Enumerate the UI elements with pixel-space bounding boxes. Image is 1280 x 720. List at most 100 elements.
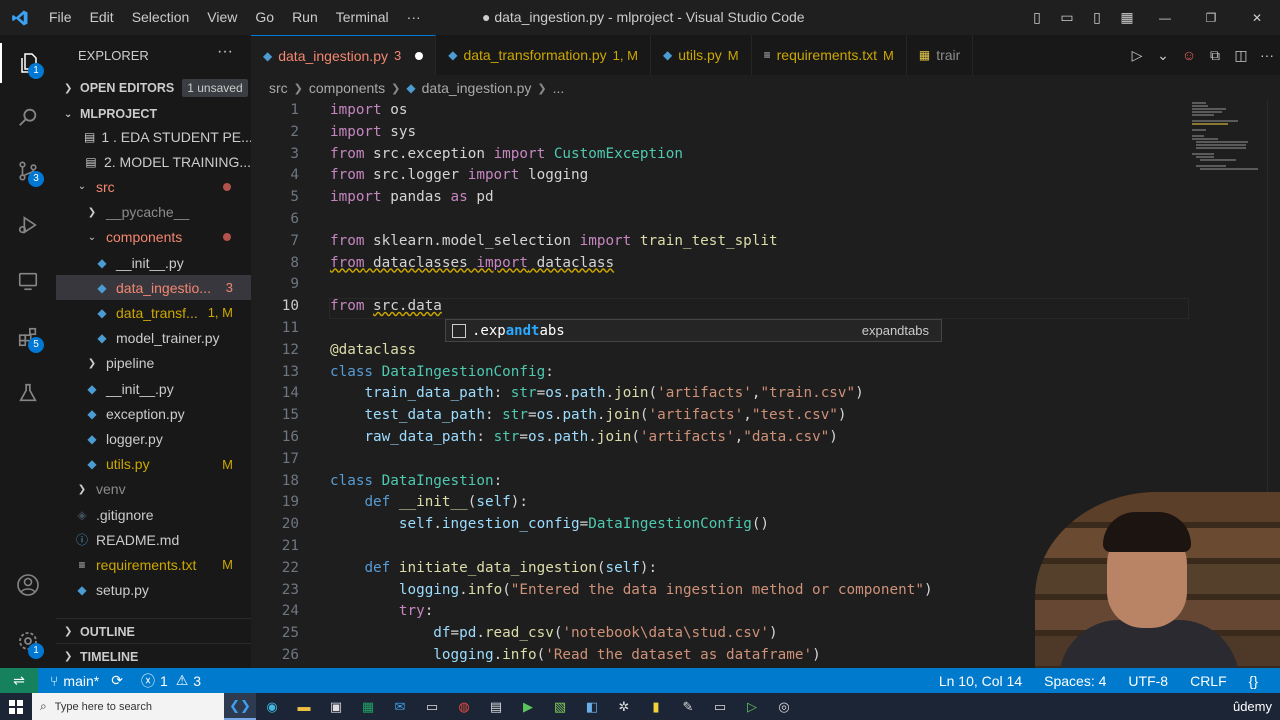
taskbar-player-icon[interactable]: ▷ [736,693,768,720]
breadcrumb-symbol[interactable]: ... [553,80,565,96]
minimize-icon[interactable]: — [1142,11,1188,25]
windows-start-icon[interactable] [0,693,32,720]
tree-item[interactable]: ❯ venv [56,477,251,502]
outline-section[interactable]: ❯ OUTLINE [56,618,251,644]
tab-4[interactable]: ▦ trair [907,35,974,75]
taskbar-excel-icon[interactable]: ▦ [352,693,384,720]
problems-indicator[interactable]: ⓧ 1 ⚠ 3 [141,671,201,691]
testing-icon[interactable] [0,373,56,413]
taskbar-edge-icon[interactable]: ◉ [256,693,288,720]
breadcrumb-file[interactable]: data_ingestion.py [422,80,532,96]
search-icon[interactable] [0,97,56,137]
tree-item[interactable]: ◆ utils.py M [56,452,251,477]
breadcrumb-src[interactable]: src [269,80,288,96]
toggle-panel-icon[interactable]: ▭ [1052,9,1082,26]
tab-3[interactable]: ≡ requirements.txt M [752,35,907,75]
tree-item[interactable]: ⌄ components [56,225,251,250]
chevron-down-icon[interactable]: ⌄ [1150,47,1176,64]
close-icon[interactable]: ✕ [1234,11,1280,25]
unsaved-dot-icon[interactable] [415,51,424,60]
taskbar-notes-icon[interactable]: ▮ [640,693,672,720]
tree-item[interactable]: ❯ pipeline [56,351,251,376]
tree-item[interactable]: ⓘ README.md [56,527,251,552]
end-of-line[interactable]: CRLF [1190,673,1227,689]
indentation[interactable]: Spaces: 4 [1044,673,1106,689]
remote-explorer-icon[interactable] [0,261,56,301]
code-line: 15 test_data_path: str=os.path.join('art… [251,405,1251,427]
python-file-icon: ◆ [263,48,273,63]
tab-2[interactable]: ◆ utils.py M [651,35,752,75]
unsaved-badge: 1 unsaved [182,79,248,97]
tree-item[interactable]: ◆ data_ingestio... 3 [56,275,251,301]
sync-icon[interactable]: ⟳ [111,672,123,689]
toggle-secondary-sidebar-icon[interactable]: ▯ [1082,9,1112,26]
open-preview-icon[interactable]: ⧉ [1202,47,1228,64]
explorer-icon[interactable]: 1 [0,43,56,83]
taskbar-settings-icon[interactable]: ✲ [608,693,640,720]
restore-icon[interactable]: ❐ [1188,11,1234,25]
menu-file[interactable]: File [40,0,81,35]
taskbar-store-icon[interactable]: ▣ [320,693,352,720]
taskbar-terminal-icon[interactable]: ▶ [512,693,544,720]
taskbar-file-explorer-icon[interactable]: ▬ [288,693,320,720]
taskbar-vscode-icon[interactable]: ❮❯ [224,693,256,720]
tree-item[interactable]: ◆ setup.py [56,578,251,603]
tree-item[interactable]: ❯ __pycache__ [56,200,251,225]
remote-indicator-icon[interactable]: ⇌ [0,668,38,693]
accounts-icon[interactable] [0,565,56,605]
menu-go[interactable]: Go [246,0,283,35]
tab-1[interactable]: ◆ data_transformation.py 1, M [436,35,651,75]
tree-item[interactable]: ◆ model_trainer.py [56,326,251,351]
branch-indicator[interactable]: ⑂ main* [50,673,99,689]
tree-item[interactable]: ◆ __init__.py [56,250,251,275]
run-python-icon[interactable]: ▷ [1124,47,1150,64]
taskbar-monitor-icon[interactable]: ▭ [416,693,448,720]
taskbar-chrome-icon[interactable]: ◍ [448,693,480,720]
language-mode-icon[interactable]: {} [1249,673,1258,689]
tree-item[interactable]: ⌄ src [56,174,251,199]
tree-item[interactable]: ◈ .gitignore [56,502,251,527]
menu-selection[interactable]: Selection [123,0,199,35]
breadcrumb-components[interactable]: components [309,80,385,96]
tree-item[interactable]: ◆ logger.py [56,426,251,451]
cursor-position[interactable]: Ln 10, Col 14 [939,673,1022,689]
tab-0[interactable]: ◆ data_ingestion.py 3 [251,35,437,75]
taskbar-pen-icon[interactable]: ✎ [672,693,704,720]
encoding[interactable]: UTF-8 [1128,673,1168,689]
menu-run[interactable]: Run [283,0,327,35]
tree-item[interactable]: ◆ __init__.py [56,376,251,401]
tree-item[interactable]: ▤ 2. MODEL TRAINING... [56,149,251,174]
taskbar-app-icon[interactable]: ▭ [704,693,736,720]
split-editor-icon[interactable]: ◫ [1228,47,1254,64]
tree-item[interactable]: ◆ data_transf... 1, M [56,300,251,325]
settings-gear-icon[interactable]: 1 [0,621,56,661]
run-debug-icon[interactable] [0,205,56,245]
open-editors-section[interactable]: ❯ OPEN EDITORS 1 unsaved [56,75,251,101]
taskbar-obs-icon[interactable]: ◎ [768,693,800,720]
code-text: try: [398,603,434,620]
taskbar-paint-icon[interactable]: ◧ [576,693,608,720]
customize-layout-icon[interactable]: ▦ [1112,9,1142,26]
menu-view[interactable]: View [198,0,246,35]
timeline-section[interactable]: ❯ TIMELINE [56,643,251,669]
menu-terminal[interactable]: Terminal [327,0,398,35]
taskbar-search[interactable]: ⌕ Type here to search [32,693,224,720]
minimap[interactable] [1190,100,1266,180]
tree-item[interactable]: ◆ exception.py [56,401,251,426]
more-actions-icon[interactable]: ··· [1254,47,1280,63]
toggle-sidebar-icon[interactable]: ▯ [1022,9,1052,26]
tree-item[interactable]: ≡ requirements.txt M [56,552,251,577]
tree-item[interactable]: ▤ 1 . EDA STUDENT PE... [56,124,251,149]
menu-edit[interactable]: Edit [81,0,123,35]
copilot-icon[interactable]: ☺ [1176,47,1202,63]
taskbar-mail-icon[interactable]: ✉ [384,693,416,720]
taskbar-notepad-icon[interactable]: ▧ [544,693,576,720]
autocomplete-suggestion[interactable]: .expandtabs expandtabs [445,319,942,342]
code-line: 16 raw_data_path: str=os.path.join('arti… [251,427,1251,449]
taskbar-calculator-icon[interactable]: ▤ [480,693,512,720]
extensions-icon[interactable]: 5 [0,317,56,357]
line-number: 23 [281,581,299,598]
source-control-icon[interactable]: 3 [0,151,56,191]
menu-more[interactable]: ··· [398,0,430,35]
explorer-more-icon[interactable]: ··· [217,43,233,61]
